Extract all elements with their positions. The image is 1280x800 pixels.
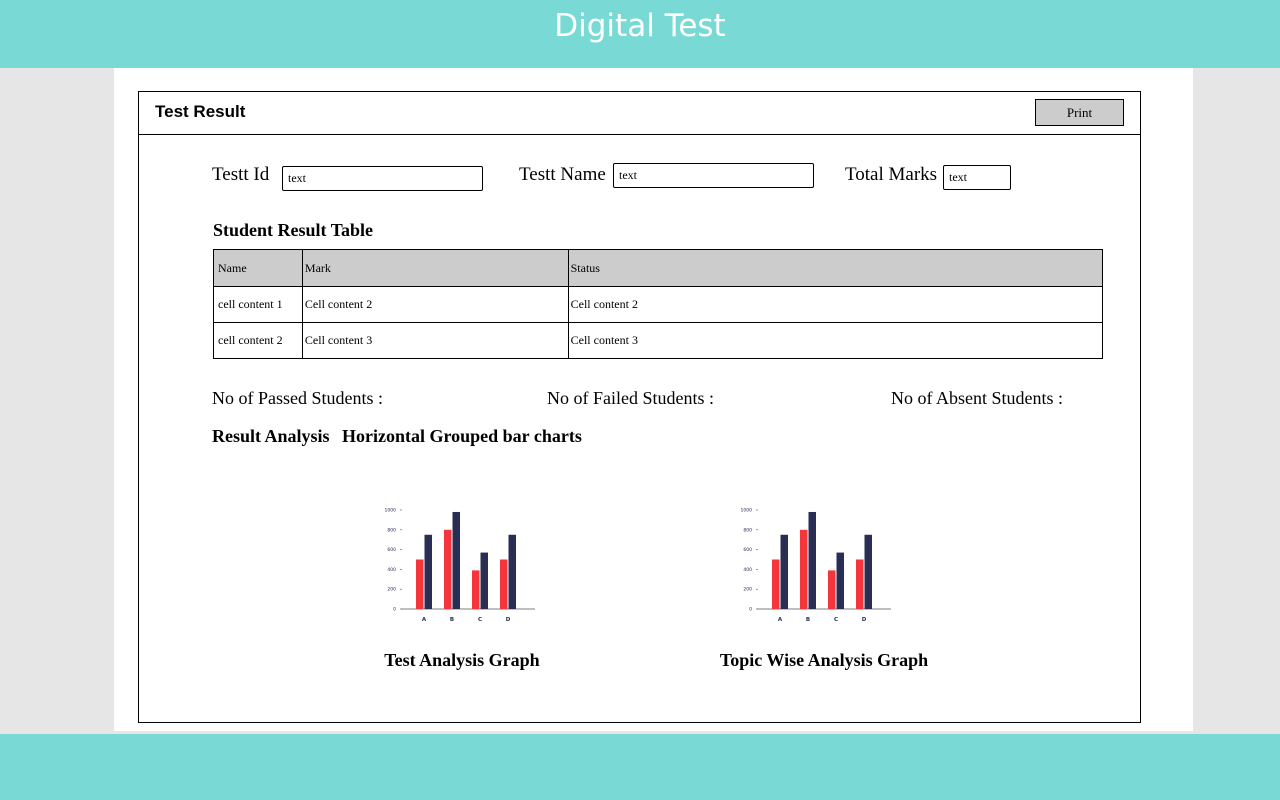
bar-d-series-1 <box>856 559 864 609</box>
passed-students-label: No of Passed Students : <box>212 388 383 408</box>
bar-b-series-1 <box>444 529 452 609</box>
x-tick-label: D <box>506 617 511 623</box>
bar-c-series-2 <box>480 552 488 609</box>
panel-title: Test Result <box>155 102 246 121</box>
y-tick-label: 1000 <box>741 508 753 514</box>
app-title: Digital Test <box>554 8 726 44</box>
y-tick-label: 200 <box>387 587 396 593</box>
bar-a-series-2 <box>424 534 432 609</box>
table-cell: Cell content 2 <box>301 286 569 323</box>
result-analysis-subtitle: Horizontal Grouped bar charts <box>342 426 582 446</box>
y-tick-label: 800 <box>387 527 396 533</box>
footer-bar <box>0 734 1280 800</box>
table-cell: cell content 1 <box>213 286 303 323</box>
x-tick-label: B <box>806 617 810 623</box>
result-analysis-title: Result Analysis <box>212 426 330 446</box>
bar-d-series-1 <box>500 559 508 609</box>
table-row: cell content 2 Cell content 3 Cell conte… <box>213 322 1104 359</box>
total-marks-label: Total Marks <box>845 164 938 185</box>
table-cell: Cell content 2 <box>567 286 1104 323</box>
test-analysis-graph-title: Test Analysis Graph <box>384 650 540 670</box>
x-tick-label: A <box>778 617 783 623</box>
topic-wise-analysis-graph-title: Topic Wise Analysis Graph <box>719 650 929 670</box>
total-marks-input[interactable] <box>943 165 1011 190</box>
student-result-table: Name Mark Status cell content 1 Cell con… <box>213 249 1104 359</box>
y-tick-label: 400 <box>387 567 396 573</box>
topic-wise-analysis-chart: 0 200 400 600 800 1000 A B C D <box>741 508 891 623</box>
bar-c-series-1 <box>472 570 480 609</box>
print-button[interactable]: Print <box>1035 99 1124 126</box>
header-bar: Digital Test <box>0 0 1280 68</box>
test-id-input[interactable] <box>282 166 483 191</box>
bar-a-series-1 <box>772 559 780 609</box>
bar-d-series-2 <box>508 534 516 609</box>
y-tick-label: 600 <box>743 547 752 553</box>
student-result-table-title: Student Result Table <box>213 220 374 240</box>
absent-students-label: No of Absent Students : <box>891 388 1064 408</box>
x-tick-label: B <box>450 617 454 623</box>
table-cell: cell content 2 <box>213 322 303 359</box>
bar-c-series-1 <box>828 570 836 609</box>
table-cell: Cell content 3 <box>301 322 569 359</box>
y-tick-label: 200 <box>743 587 752 593</box>
bar-a-series-2 <box>780 534 788 609</box>
x-tick-label: A <box>422 617 427 623</box>
y-tick-label: 0 <box>393 607 396 613</box>
column-header-status: Status <box>567 249 1104 287</box>
table-header-row: Name Mark Status <box>213 249 1104 287</box>
bar-b-series-1 <box>800 529 808 609</box>
x-tick-label: D <box>862 617 867 623</box>
bar-d-series-2 <box>864 534 872 609</box>
panel-header: Test Result Print <box>139 92 1140 135</box>
test-name-label: Testt Name <box>519 164 606 185</box>
y-tick-label: 600 <box>387 547 396 553</box>
y-tick-label: 800 <box>743 527 752 533</box>
failed-students-label: No of Failed Students : <box>547 388 714 408</box>
column-header-name: Name <box>213 249 303 287</box>
test-name-input[interactable] <box>613 163 814 188</box>
y-tick-label: 400 <box>743 567 752 573</box>
bar-b-series-2 <box>808 511 816 609</box>
x-tick-label: C <box>478 617 482 623</box>
bar-c-series-2 <box>836 552 844 609</box>
column-header-mark: Mark <box>301 249 569 287</box>
bar-b-series-2 <box>452 511 460 609</box>
test-analysis-chart: 0 200 400 600 800 1000 A B C D <box>385 508 535 623</box>
test-result-panel: Test Result Print Testt Id Testt Name To… <box>138 91 1141 723</box>
table-row: cell content 1 Cell content 2 Cell conte… <box>213 286 1104 323</box>
table-cell: Cell content 3 <box>567 322 1104 359</box>
bar-a-series-1 <box>416 559 424 609</box>
x-tick-label: C <box>834 617 838 623</box>
test-id-label: Testt Id <box>212 164 270 185</box>
y-tick-label: 0 <box>749 607 752 613</box>
y-tick-label: 1000 <box>385 508 397 514</box>
